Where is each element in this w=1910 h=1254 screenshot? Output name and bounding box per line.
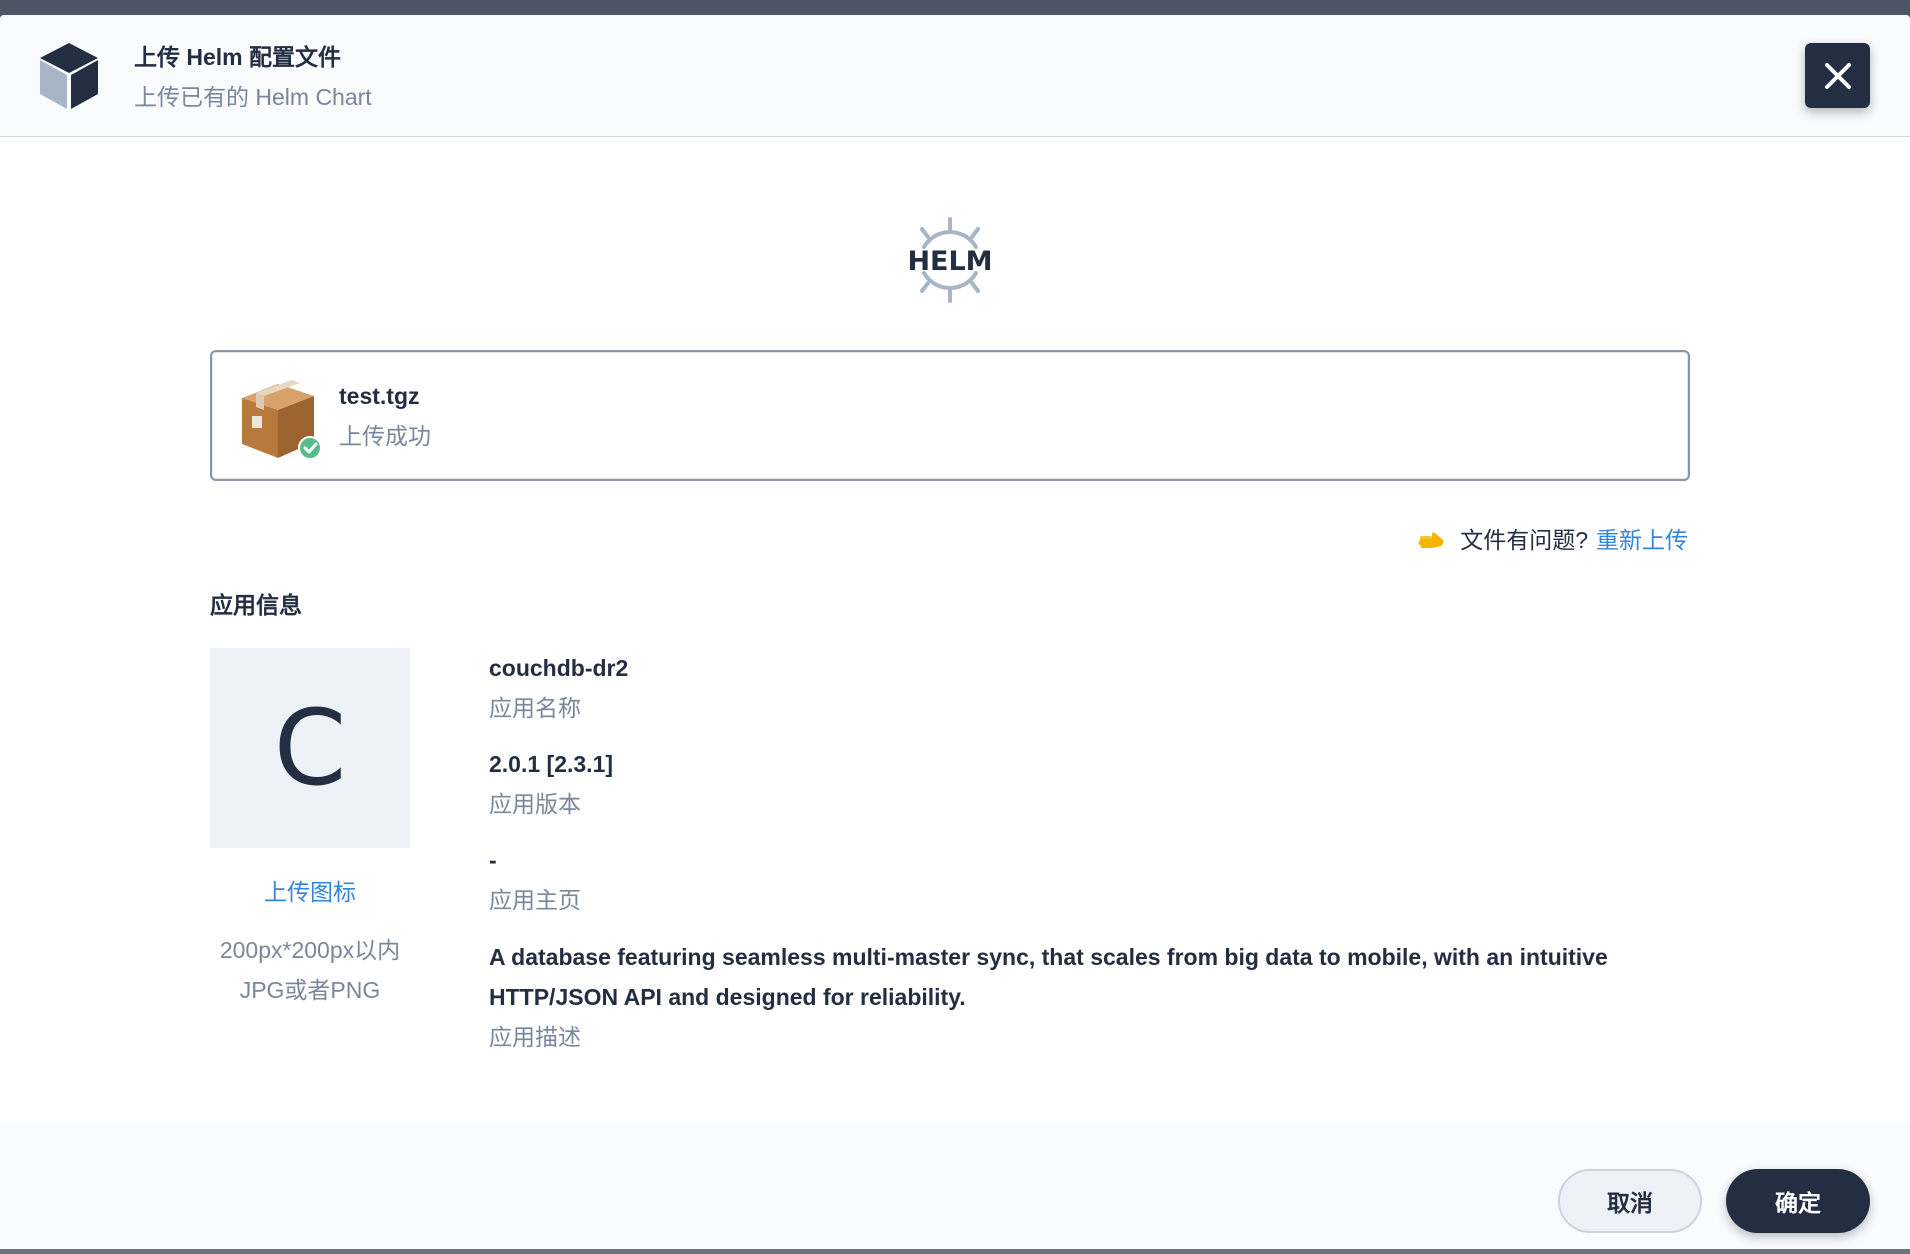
modal-header: 上传 Helm 配置文件 上传已有的 Helm Chart — [0, 15, 1910, 137]
uploaded-file-card: test.tgz 上传成功 — [210, 350, 1690, 481]
app-description-field: A database featuring seamless multi-mast… — [489, 937, 1679, 1057]
upload-helm-modal: 上传 Helm 配置文件 上传已有的 Helm Chart HELM test.… — [0, 15, 1910, 1249]
helm-logo: HELM — [907, 217, 993, 303]
app-name-value: couchdb-dr2 — [489, 655, 629, 681]
app-home-field: - 应用主页 — [489, 840, 1689, 920]
confirm-button[interactable]: 确定 — [1726, 1169, 1870, 1233]
upload-icon-link[interactable]: 上传图标 — [210, 875, 410, 909]
pointing-hand-icon — [1418, 532, 1444, 548]
package-box-icon — [242, 380, 322, 460]
cube-icon — [40, 43, 98, 109]
background-overlay-top — [0, 0, 1910, 16]
app-version-value: 2.0.1 [2.3.1] — [489, 751, 614, 777]
upload-status: 上传成功 — [339, 423, 431, 449]
helm-logo-text: HELM — [907, 246, 992, 277]
modal-footer: 取消 确定 — [0, 1122, 1910, 1249]
app-version-label: 应用版本 — [489, 791, 581, 817]
icon-hint-format: JPG或者PNG — [239, 977, 381, 1003]
app-icon-placeholder: C — [210, 648, 410, 848]
modal-subtitle: 上传已有的 Helm Chart — [134, 84, 372, 110]
icon-hint-size: 200px*200px以内 — [219, 937, 401, 963]
reupload-link[interactable]: 重新上传 — [1596, 523, 1688, 557]
app-home-label: 应用主页 — [489, 887, 581, 913]
app-info-section-title: 应用信息 — [210, 592, 302, 618]
reupload-question: 文件有问题? — [1460, 527, 1588, 553]
app-home-value: - — [489, 847, 497, 873]
app-name-label: 应用名称 — [489, 695, 581, 721]
close-button[interactable] — [1805, 43, 1870, 108]
cancel-button[interactable]: 取消 — [1558, 1169, 1702, 1233]
app-version-field: 2.0.1 [2.3.1] 应用版本 — [489, 744, 1689, 824]
file-name: test.tgz — [339, 383, 420, 409]
app-description-value: A database featuring seamless multi-mast… — [489, 944, 1608, 1010]
reupload-hint: 文件有问题? 重新上传 — [1418, 523, 1688, 557]
icon-size-hint: 200px*200px以内 JPG或者PNG — [196, 930, 424, 1010]
modal-title: 上传 Helm 配置文件 — [134, 44, 342, 70]
app-description-label: 应用描述 — [489, 1024, 581, 1050]
background-overlay-bottom — [0, 1249, 1910, 1254]
app-name-field: couchdb-dr2 应用名称 — [489, 648, 1689, 728]
close-icon — [1824, 62, 1851, 89]
